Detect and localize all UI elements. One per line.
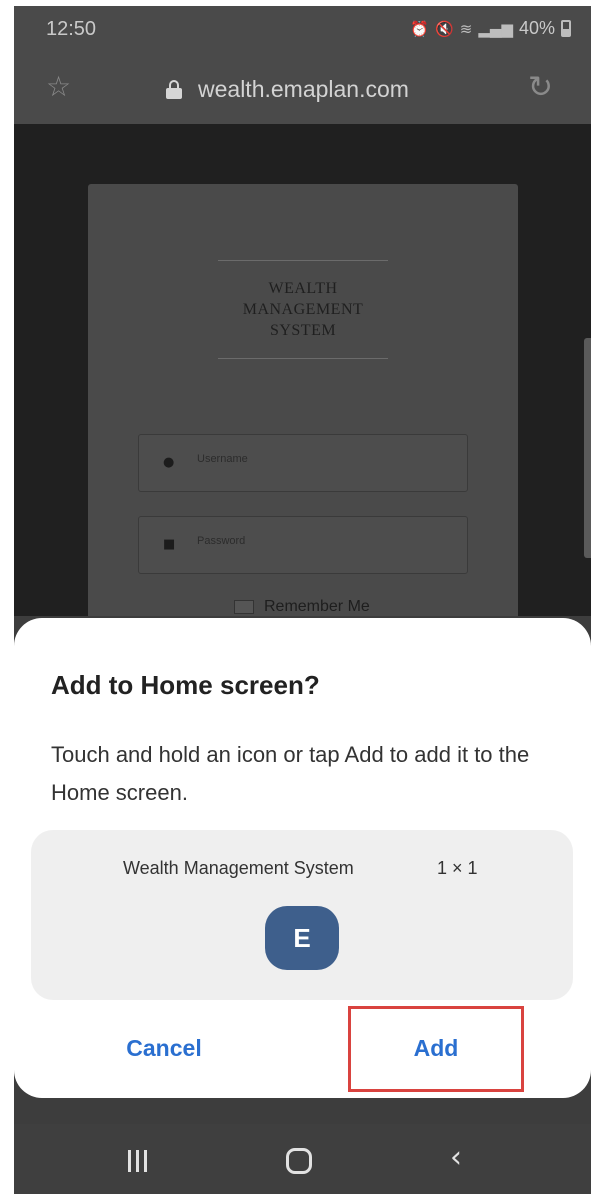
alarm-icon: ⏰ — [410, 19, 430, 38]
add-to-home-dialog: Add to Home screen? Touch and hold an ic… — [14, 618, 591, 1098]
status-bar: 12:50 ⏰ 🔇 ≋ ▂▄▆ 40% — [14, 6, 591, 54]
logo-line-1: WEALTH — [268, 280, 338, 297]
logo-divider-top — [218, 260, 388, 261]
remember-checkbox[interactable] — [234, 600, 254, 614]
password-placeholder: Password — [197, 535, 246, 547]
app-icon[interactable]: E — [265, 906, 339, 970]
username-field[interactable]: ● Username — [138, 434, 468, 492]
status-indicators: ⏰ 🔇 ≋ ▂▄▆ 40% — [410, 18, 571, 39]
browser-url-bar: ☆ wealth.emaplan.com ↻ — [14, 54, 591, 124]
home-icon[interactable] — [286, 1148, 312, 1174]
mute-icon: 🔇 — [435, 19, 454, 38]
logo-line-2: MANAGEMENT — [242, 301, 364, 318]
logo-text: WEALTH MANAGEMENT SYSTEM — [188, 278, 418, 341]
remember-me[interactable]: Remember Me — [234, 598, 370, 616]
logo-divider-bottom — [218, 358, 388, 359]
url-text[interactable]: wealth.emaplan.com — [198, 76, 409, 103]
username-placeholder: Username — [197, 453, 248, 465]
scrollbar[interactable] — [584, 338, 591, 558]
logo-line-3: SYSTEM — [269, 322, 337, 339]
wifi-icon: ≋ — [459, 19, 473, 38]
navigation-bar: ‹ — [14, 1124, 591, 1194]
status-time: 12:50 — [46, 18, 97, 40]
add-button-highlight — [348, 1006, 524, 1092]
remember-label: Remember Me — [264, 598, 370, 615]
cancel-button[interactable]: Cancel — [74, 1004, 254, 1092]
user-icon: ● — [163, 455, 175, 470]
recents-icon[interactable] — [126, 1150, 150, 1172]
reload-icon[interactable]: ↻ — [528, 70, 553, 105]
lock-small-icon: ■ — [163, 537, 176, 552]
star-icon[interactable]: ☆ — [46, 70, 71, 103]
app-size: 1 × 1 — [437, 858, 478, 878]
app-preview: Wealth Management System 1 × 1 E — [31, 830, 573, 1000]
app-icon-letter: E — [293, 922, 311, 953]
battery-percent: 40% — [518, 18, 555, 38]
battery-icon — [561, 20, 571, 37]
dialog-body: Touch and hold an icon or tap Add to add… — [51, 742, 530, 805]
back-icon[interactable]: ‹ — [450, 1140, 462, 1175]
app-name: Wealth Management System — [123, 858, 354, 878]
signal-icon: ▂▄▆ — [478, 19, 513, 38]
phone-screen: 12:50 ⏰ 🔇 ≋ ▂▄▆ 40% ☆ wealth.emaplan.com… — [14, 6, 591, 1194]
dialog-title: Add to Home screen? — [51, 670, 320, 700]
password-field[interactable]: ■ Password — [138, 516, 468, 574]
lock-icon — [166, 80, 182, 99]
